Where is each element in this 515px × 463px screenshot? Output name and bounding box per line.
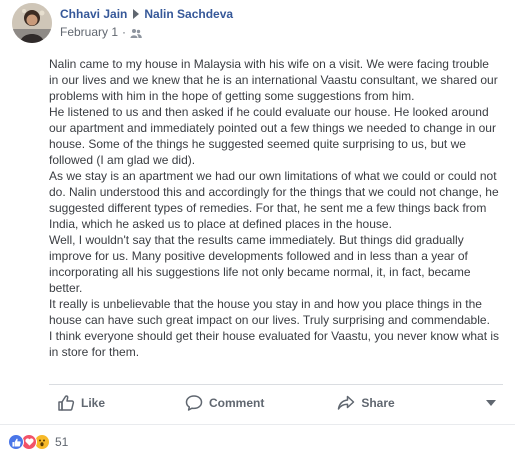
speech-bubble-icon <box>185 395 203 411</box>
share-button[interactable]: Share <box>337 394 395 412</box>
post-body: Nalin came to my house in Malaysia with … <box>49 56 501 360</box>
avatar[interactable] <box>12 3 52 43</box>
post-date[interactable]: February 1 <box>60 24 118 40</box>
post-paragraph: I think everyone should get their house … <box>49 329 500 359</box>
post-paragraph: It really is unbelievable that the house… <box>49 297 490 327</box>
post-meta: Chhavi Jain Nalin Sachdeva February 1 · <box>60 6 233 40</box>
like-reaction-icon <box>8 434 24 450</box>
reaction-count[interactable]: 51 <box>55 435 68 449</box>
post-subline: February 1 · <box>60 24 233 40</box>
share-arrow-icon <box>338 395 355 410</box>
share-options-button[interactable] <box>483 400 499 406</box>
like-button[interactable]: Like <box>49 394 119 412</box>
post-actions: Like Comment Share <box>49 385 503 421</box>
triangle-right-icon <box>133 9 140 19</box>
comment-label: Comment <box>209 396 265 410</box>
thumbs-up-icon <box>58 395 75 411</box>
post-paragraph: Nalin came to my house in Malaysia with … <box>49 57 498 103</box>
reactions-summary[interactable]: 51 <box>8 432 68 452</box>
post-paragraph: As we stay is an apartment we had our ow… <box>49 169 499 231</box>
reactions-divider <box>0 424 515 425</box>
post-header: Chhavi Jain Nalin Sachdeva February 1 · <box>12 2 233 44</box>
post-participants: Chhavi Jain Nalin Sachdeva <box>60 6 233 22</box>
friends-audience-icon[interactable] <box>130 27 142 38</box>
comment-button[interactable]: Comment <box>185 394 264 412</box>
like-label: Like <box>81 396 106 410</box>
recipient-name[interactable]: Nalin Sachdeva <box>144 6 233 22</box>
post-paragraph: Well, I wouldn't say that the results ca… <box>49 233 471 295</box>
meta-separator: · <box>122 25 127 39</box>
post-card: Chhavi Jain Nalin Sachdeva February 1 · <box>0 0 515 463</box>
chevron-down-icon <box>486 400 496 406</box>
author-name[interactable]: Chhavi Jain <box>60 6 127 22</box>
post-paragraph: He listened to us and then asked if he c… <box>49 105 496 167</box>
share-label: Share <box>361 396 395 410</box>
